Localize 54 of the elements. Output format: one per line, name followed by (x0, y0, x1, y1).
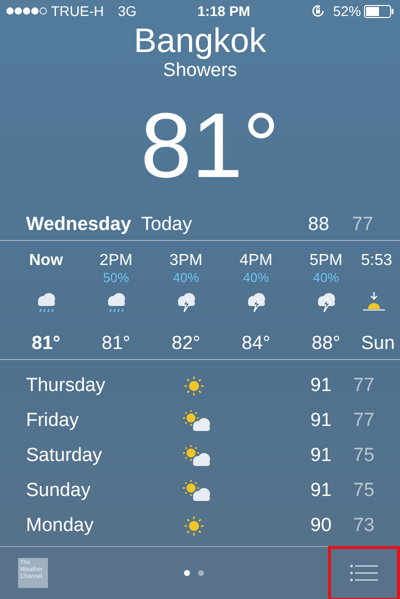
low-temperature: 77 (353, 410, 376, 432)
city-name: Bangkok (134, 22, 266, 60)
hourly-temperature: 84° (242, 333, 270, 355)
rain-chance: 40% (312, 270, 340, 285)
high-temperature: 91 (310, 480, 333, 502)
sun-icon (182, 374, 206, 398)
high-temperature: 88 (308, 214, 330, 236)
hour-label: Now (29, 251, 63, 270)
low-temperature: 75 (353, 444, 376, 466)
hour-label: 5PM (310, 251, 342, 270)
hourly-temperature: 81° (102, 333, 130, 355)
rain-chance: 40% (172, 270, 200, 285)
hourly-temperature: Sun (361, 333, 395, 355)
sun-icon (182, 514, 206, 538)
today-label: Today (141, 214, 192, 236)
partly-sunny-icon (182, 408, 212, 432)
low-temperature: 73 (353, 514, 376, 536)
hour-label: 3PM (170, 251, 202, 270)
low-temperature: 75 (353, 480, 376, 502)
weekday: Wednesday (26, 214, 132, 236)
day-name: Monday (26, 514, 95, 536)
day-name: Friday (26, 410, 80, 432)
clock-time: 1:18 PM (197, 3, 250, 19)
low-temperature: 77 (352, 214, 374, 236)
partly-sunny-icon (182, 478, 212, 502)
carrier-name: TRUE-H (51, 3, 104, 19)
hour-label: 2PM (100, 251, 132, 270)
network-type: 3G (118, 3, 137, 19)
rain-chance: 50% (102, 270, 130, 285)
high-temperature: 91 (310, 374, 333, 396)
battery-icon (364, 4, 394, 18)
city-list-button[interactable] (328, 546, 400, 599)
low-temperature: 77 (353, 374, 376, 396)
rain-chance: 40% (242, 270, 270, 285)
high-temperature: 90 (310, 514, 333, 536)
day-name: Sunday (26, 480, 92, 502)
day-name: Thursday (26, 374, 106, 396)
hour-label: 4PM (240, 251, 272, 270)
day-name: Saturday (26, 444, 104, 466)
battery-percentage: 52% (332, 3, 361, 19)
hour-label: 5:53 (361, 251, 392, 270)
partly-sunny-icon (182, 444, 212, 468)
page-dot[interactable] (184, 570, 190, 576)
high-temperature: 91 (310, 410, 333, 432)
hourly-temperature: 88° (312, 333, 340, 355)
high-temperature: 91 (310, 444, 333, 466)
hourly-temperature: 82° (172, 333, 200, 355)
current-temperature: 81° (140, 94, 280, 199)
rotation-lock-icon (310, 4, 325, 18)
signal-strength-icon (6, 7, 48, 15)
list-icon (350, 564, 378, 582)
hourly-temperature: 81° (32, 333, 60, 355)
page-dot[interactable] (198, 570, 204, 576)
weather-condition: Showers (163, 60, 237, 82)
